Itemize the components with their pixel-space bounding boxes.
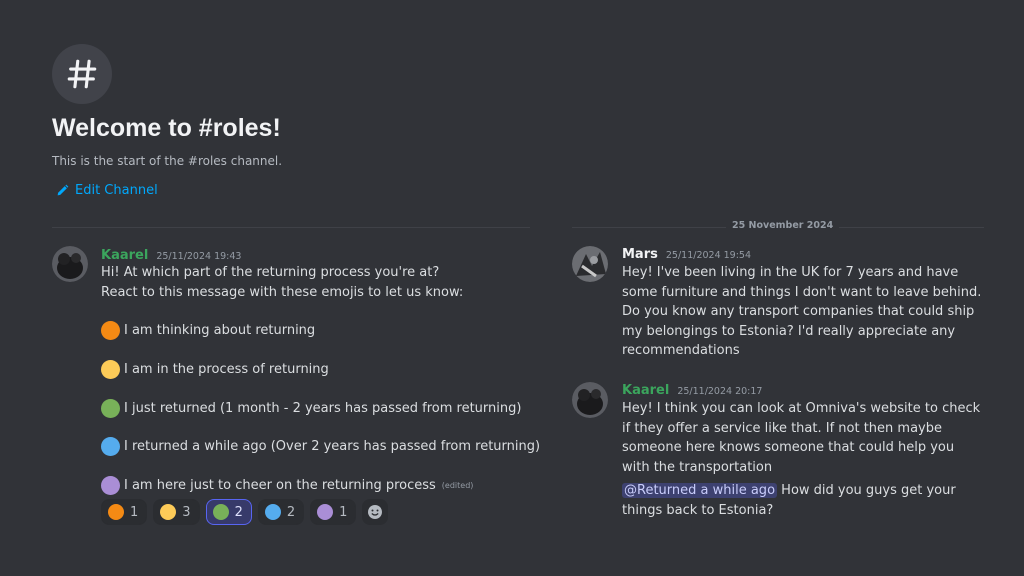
message-fragment: How did you guys get your — [777, 483, 956, 498]
role-option: I just returned (1 month - 2 years has p… — [101, 399, 521, 418]
avatar[interactable] — [572, 382, 608, 418]
role-text: I just returned (1 month - 2 years has p… — [124, 401, 522, 416]
reaction-count: 1 — [339, 504, 348, 520]
channel-start-text: This is the start of the #roles channel. — [52, 154, 283, 168]
reaction-count: 2 — [286, 504, 296, 520]
reaction-green[interactable]: 2 — [205, 499, 252, 525]
author-name[interactable]: Mars — [622, 247, 658, 262]
blue-circle-icon — [264, 504, 281, 520]
pencil-icon — [57, 184, 69, 196]
message-line: React to this message with these emojis … — [101, 284, 464, 300]
message-header: Kaarel 25/11/2024 19:43 — [101, 248, 241, 263]
message-line: with the transportation — [622, 459, 773, 475]
message-header: Kaarel 25/11/2024 20:17 — [622, 383, 762, 398]
reaction-count: 1 — [130, 504, 139, 520]
timestamp: 25/11/2024 19:43 — [156, 251, 242, 262]
green-circle-icon — [212, 504, 229, 520]
channel-hash-icon — [52, 44, 112, 104]
reaction-yellow[interactable]: 3 — [153, 499, 200, 525]
timestamp: 25/11/2024 19:54 — [665, 250, 752, 261]
message-text: Hi! At which part of the returning proce… — [101, 263, 463, 302]
avatar[interactable] — [572, 246, 608, 282]
message-line: @Returned a while ago How did you guys g… — [622, 481, 980, 501]
author-name[interactable]: Kaarel — [622, 383, 669, 398]
blue-circle-icon — [101, 437, 120, 456]
message-line: Do you know any transport companies that… — [622, 304, 975, 319]
message-line: recommendations — [622, 343, 740, 358]
green-circle-icon — [101, 399, 120, 418]
purple-circle-icon — [317, 504, 334, 520]
date-divider: 25 November 2024 — [726, 220, 840, 231]
yellow-circle-icon — [101, 360, 120, 379]
edit-channel-button[interactable]: Edit Channel — [56, 183, 158, 198]
role-option: I am thinking about returning — [101, 321, 315, 340]
reaction-count: 2 — [234, 504, 243, 520]
message-line: Hey! I think you can look at Omniva's we… — [622, 401, 981, 416]
message-line: some furniture and things I don't want t… — [622, 284, 982, 300]
avatar[interactable] — [52, 246, 88, 282]
add-reaction-button[interactable] — [362, 499, 389, 525]
divider-left — [52, 227, 530, 228]
message-text: Hey! I think you can look at Omniva's we… — [622, 399, 980, 520]
message-line: my belongings to Estonia? I'd really app… — [622, 323, 956, 339]
message-line: if they offer a service like that. If no… — [622, 420, 942, 436]
purple-circle-icon — [101, 476, 120, 495]
role-mention[interactable]: @Returned a while ago — [622, 483, 778, 498]
reaction-purple[interactable]: 1 — [310, 499, 357, 525]
role-option: I returned a while ago (Over 2 years has… — [101, 437, 540, 456]
role-option: I am here just to cheer on the returning… — [101, 476, 473, 495]
message-line: someone here knows someone that could he… — [622, 440, 955, 455]
reaction-count: 3 — [182, 504, 191, 520]
role-option: I am in the process of returning — [101, 360, 329, 379]
message-line: things back to Estonia? — [622, 502, 774, 518]
smiley-icon — [368, 505, 383, 519]
reaction-blue[interactable]: 2 — [257, 499, 305, 525]
message-header: Mars 25/11/2024 19:54 — [622, 247, 751, 262]
orange-circle-icon — [101, 321, 120, 340]
message-line: Hi! At which part of the returning proce… — [101, 265, 440, 280]
orange-circle-icon — [108, 504, 124, 520]
edited-tag: (edited) — [441, 481, 474, 490]
yellow-circle-icon — [160, 504, 177, 520]
edit-channel-label: Edit Channel — [75, 183, 158, 198]
reactions-bar: 1 3 2 2 1 — [101, 499, 389, 525]
page-title: Welcome to #roles! — [52, 114, 281, 142]
message-text: Hey! I've been living in the UK for 7 ye… — [622, 263, 981, 361]
author-name[interactable]: Kaarel — [101, 248, 148, 263]
message-line: Hey! I've been living in the UK for 7 ye… — [622, 265, 959, 280]
reaction-orange[interactable]: 1 — [101, 499, 148, 525]
role-text: I am thinking about returning — [124, 323, 316, 338]
role-text: I returned a while ago (Over 2 years has… — [124, 439, 541, 454]
role-text: I am here just to cheer on the returning… — [124, 478, 436, 493]
role-text: I am in the process of returning — [124, 362, 329, 377]
timestamp: 25/11/2024 20:17 — [677, 386, 763, 397]
